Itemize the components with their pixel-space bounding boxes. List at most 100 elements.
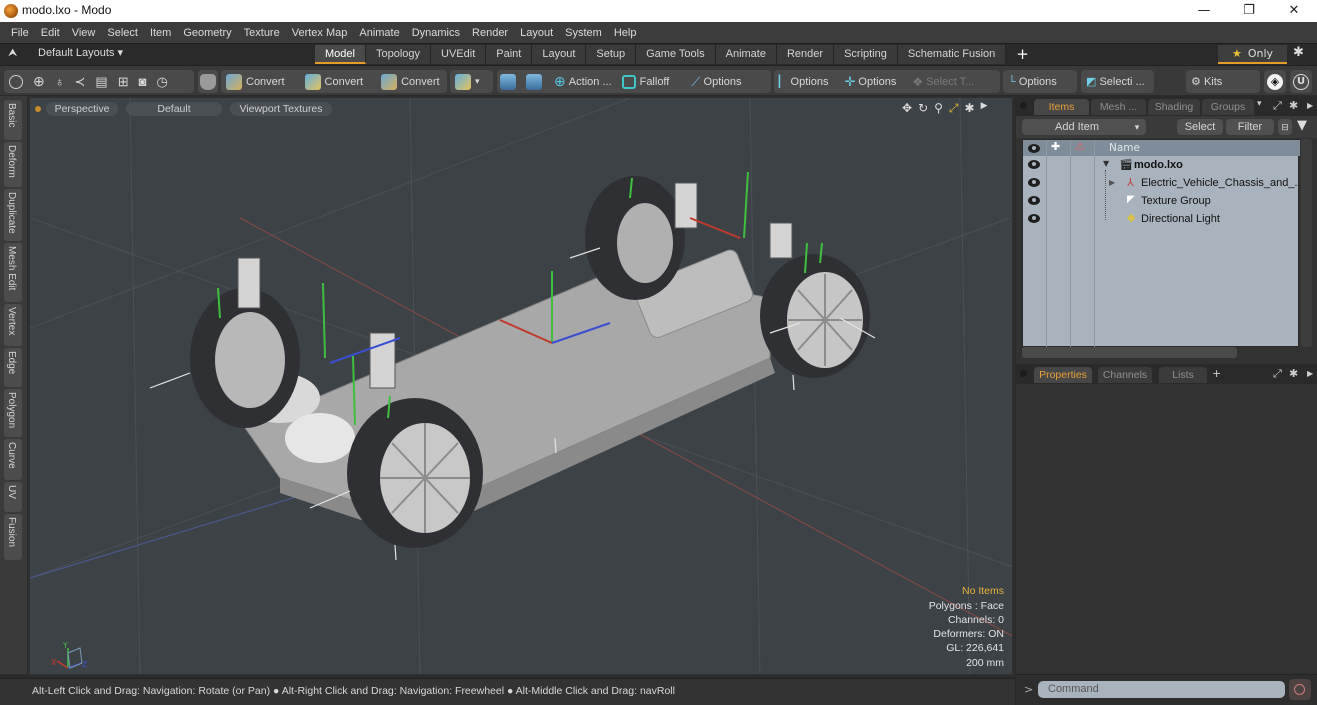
default-layouts-dropdown[interactable]: Default Layouts ▾: [38, 46, 123, 59]
tab-items[interactable]: Items: [1034, 99, 1089, 115]
tab-mesh-edit[interactable]: Mesh Edit: [4, 243, 22, 302]
expand-panel-icon[interactable]: ⤢: [1273, 367, 1282, 381]
tab-lists[interactable]: Lists: [1159, 367, 1207, 383]
snap-button-2[interactable]: [523, 70, 549, 93]
viewport-gear-icon[interactable]: ✱: [965, 101, 975, 116]
options-button-3[interactable]: ✛ Options: [839, 70, 901, 93]
menu-edit[interactable]: Edit: [35, 27, 66, 39]
collapse-icon[interactable]: ⊟: [1278, 119, 1292, 135]
menu-layout[interactable]: Layout: [514, 27, 559, 39]
3d-viewport[interactable]: Y X Z Perspective Default Viewport Textu…: [28, 96, 1014, 676]
tab-animate[interactable]: Animate: [715, 45, 777, 64]
expand-panel-icon[interactable]: ⤢: [1273, 99, 1282, 113]
menu-geometry[interactable]: Geometry: [177, 27, 237, 39]
close-button[interactable]: ✕: [1271, 0, 1317, 22]
convert-button-1[interactable]: Convert: [221, 70, 290, 93]
menu-texture[interactable]: Texture: [238, 27, 286, 39]
collapse-triangle-icon[interactable]: ▶: [1109, 178, 1115, 187]
options-button-2[interactable]: ▏ Options: [774, 70, 833, 93]
tabs-overflow-arrow-icon[interactable]: ▾: [1257, 99, 1262, 109]
tab-layout[interactable]: Layout: [532, 45, 587, 64]
command-record-button[interactable]: [1289, 679, 1311, 700]
select-polygons-button[interactable]: ▤: [90, 70, 112, 93]
menu-help[interactable]: Help: [608, 27, 643, 39]
maximize-viewport-icon[interactable]: ⤢: [949, 101, 959, 116]
tab-model[interactable]: Model: [315, 45, 366, 64]
tab-mesh[interactable]: Mesh ...: [1091, 99, 1146, 115]
panel-gear-icon[interactable]: ✱: [1289, 367, 1298, 380]
tab-topology[interactable]: Topology: [365, 45, 432, 64]
viewport-more-arrow-icon[interactable]: ▶: [981, 101, 988, 116]
shading-dropdown[interactable]: Default: [126, 102, 222, 116]
menu-vertex-map[interactable]: Vertex Map: [286, 27, 354, 39]
menu-item[interactable]: Item: [144, 27, 177, 39]
add-item-button[interactable]: Add Item: [1022, 119, 1132, 135]
viewport-options-dot[interactable]: [35, 106, 41, 112]
shield-tool[interactable]: [198, 70, 218, 93]
menu-dynamics[interactable]: Dynamics: [406, 27, 466, 39]
options-button-4[interactable]: └ Options: [1003, 70, 1077, 93]
tree-row-texture-group[interactable]: ◤ Texture Group: [1023, 193, 1300, 210]
tab-paint[interactable]: Paint: [486, 45, 533, 64]
tab-schematic-fusion[interactable]: Schematic Fusion: [897, 45, 1007, 64]
action-center-button[interactable]: ⊕ Action ...: [549, 70, 617, 93]
tab-setup[interactable]: Setup: [586, 45, 637, 64]
visibility-eye-icon[interactable]: [1028, 196, 1040, 205]
tree-row-chassis[interactable]: ▶ ⅄ Electric_Vehicle_Chassis_and_...: [1023, 175, 1304, 192]
layout-up-arrow-icon[interactable]: ⮝: [8, 46, 17, 60]
zoom-magnifier-icon[interactable]: ⚲: [934, 101, 943, 116]
select-items-button[interactable]: ⊞: [113, 70, 134, 93]
minimize-button[interactable]: —: [1181, 0, 1227, 22]
falloff-button[interactable]: Falloff: [617, 70, 675, 93]
tab-shading[interactable]: Shading: [1148, 99, 1200, 115]
convert-button-3[interactable]: Convert: [376, 70, 445, 93]
tab-edge[interactable]: Edge: [4, 348, 22, 387]
select-edges-button[interactable]: ≺: [69, 70, 90, 93]
tab-channels[interactable]: Channels: [1098, 367, 1152, 383]
visibility-eye-icon[interactable]: [1028, 178, 1040, 187]
select-vertices-button[interactable]: [4, 70, 28, 93]
item-tree-horizontal-scrollbar[interactable]: [1022, 347, 1237, 358]
viewport-textures-dropdown[interactable]: Viewport Textures: [230, 102, 332, 116]
expand-triangle-icon[interactable]: ▼: [1103, 159, 1109, 168]
menu-view[interactable]: View: [66, 27, 102, 39]
tab-vertex[interactable]: Vertex: [4, 304, 22, 346]
maximize-button[interactable]: ❐: [1226, 0, 1272, 22]
tab-uvedit[interactable]: UVEdit: [431, 45, 487, 64]
tree-row-directional-light[interactable]: ◆ Directional Light: [1023, 211, 1300, 228]
selection-sets-button[interactable]: ◩ Selecti ...: [1081, 70, 1154, 93]
select-globe-button[interactable]: ⊕: [28, 70, 50, 93]
only-toggle-button[interactable]: ★ Only: [1218, 45, 1287, 64]
perspective-dropdown[interactable]: Perspective: [46, 102, 118, 116]
tab-uv[interactable]: UV: [4, 482, 22, 512]
kits-button[interactable]: ⚙ Kits: [1186, 70, 1260, 93]
menu-animate[interactable]: Animate: [353, 27, 405, 39]
convert-button-2[interactable]: Convert: [300, 70, 369, 93]
panel-more-arrow-icon[interactable]: ▶: [1307, 369, 1313, 378]
visibility-eye-icon[interactable]: [1028, 160, 1040, 169]
select-pivot-button[interactable]: ◷: [151, 70, 172, 93]
menu-render[interactable]: Render: [466, 27, 514, 39]
add-properties-tab-button[interactable]: +: [1212, 367, 1221, 380]
tab-fusion[interactable]: Fusion: [4, 514, 22, 560]
panel-more-arrow-icon[interactable]: ▶: [1307, 101, 1313, 110]
filter-button[interactable]: Filter: [1226, 119, 1274, 135]
tab-scripting[interactable]: Scripting: [834, 45, 898, 64]
visibility-eye-icon[interactable]: [1028, 214, 1040, 223]
layout-settings-gear-icon[interactable]: ✱: [1293, 45, 1304, 60]
tab-game-tools[interactable]: Game Tools: [636, 45, 716, 64]
funnel-filter-icon[interactable]: ▼: [1297, 118, 1307, 133]
select-button[interactable]: Select: [1177, 119, 1223, 135]
column-name-header[interactable]: Name: [1109, 142, 1140, 154]
tab-basic[interactable]: Basic: [4, 100, 22, 140]
rotate-icon[interactable]: ↻: [918, 101, 928, 116]
tab-deform[interactable]: Deform: [4, 142, 22, 187]
cube-dropdown[interactable]: ▾: [450, 70, 493, 93]
command-input[interactable]: Command: [1038, 681, 1285, 698]
tab-curve[interactable]: Curve: [4, 439, 22, 480]
panel-menu-dot[interactable]: [1020, 102, 1027, 109]
tab-render[interactable]: Render: [776, 45, 835, 64]
select-materials-button[interactable]: ◙: [134, 70, 152, 93]
tab-properties[interactable]: Properties: [1034, 367, 1092, 383]
menu-system[interactable]: System: [559, 27, 608, 39]
